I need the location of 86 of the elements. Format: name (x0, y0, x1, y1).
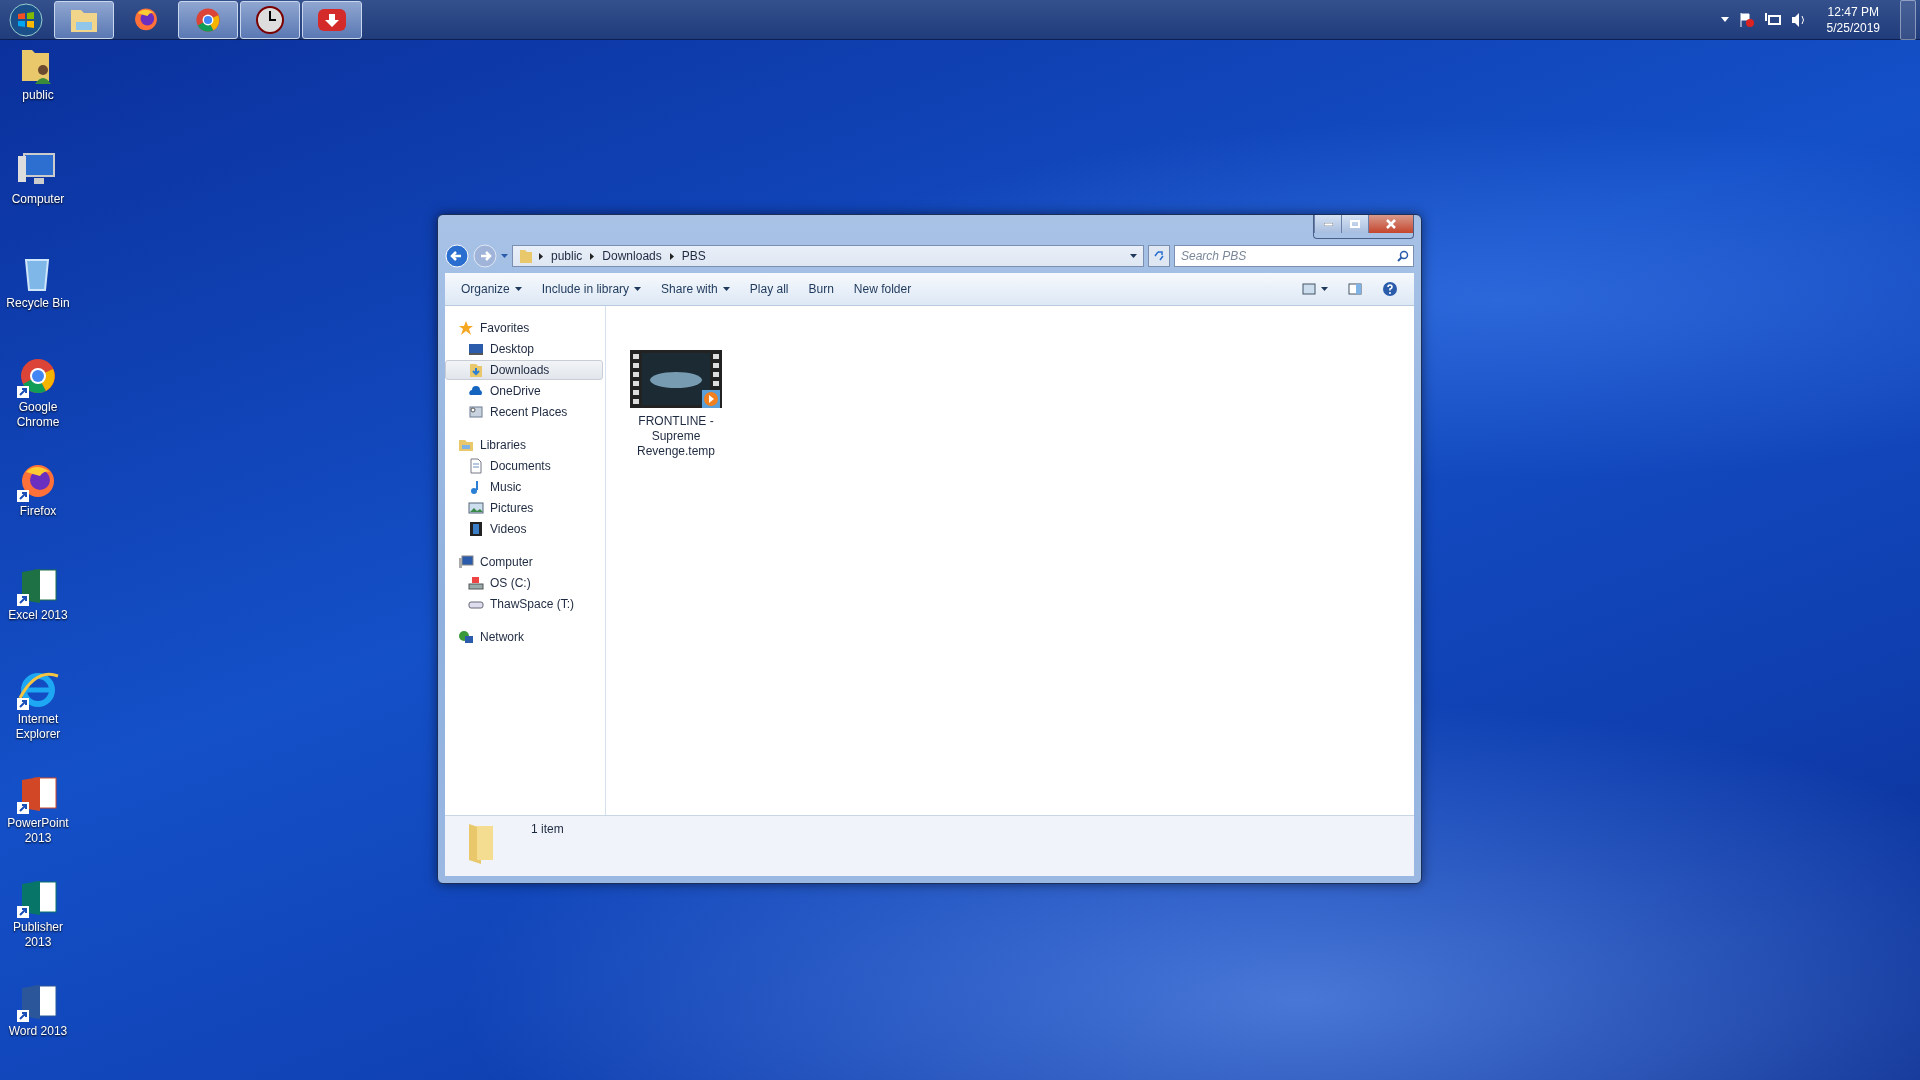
clock-time: 12:47 PM (1827, 3, 1879, 20)
toolbar-button[interactable]: Play all (741, 278, 797, 300)
minimize-button[interactable] (1314, 215, 1341, 233)
downloads-icon (468, 362, 484, 378)
show-desktop-button[interactable] (1900, 0, 1916, 40)
nav-group[interactable]: Favorites (445, 318, 603, 338)
recent-icon (468, 404, 484, 420)
search-icon (1397, 250, 1409, 262)
pictures-icon (468, 500, 484, 516)
nav-item[interactable]: Downloads (445, 360, 603, 380)
toolbar-button[interactable]: Include in library (533, 278, 650, 300)
nav-item[interactable]: Recent Places (445, 402, 603, 422)
back-button[interactable] (445, 244, 469, 268)
flag-icon[interactable] (1738, 11, 1755, 28)
taskbar-button[interactable] (240, 0, 300, 39)
maximize-icon (1350, 220, 1360, 228)
desktop-icon-label[interactable]: Word 2013 (1, 1024, 75, 1039)
desktop-icon-label[interactable]: PowerPoint 2013 (1, 816, 75, 846)
toolbar-button[interactable]: Organize (453, 278, 530, 300)
desktop-icon-label[interactable]: Computer (1, 192, 75, 207)
clock-date: 5/25/2019 (1826, 19, 1880, 36)
computer-icon (458, 554, 474, 570)
chevron-icon (669, 252, 674, 260)
toolbar-button[interactable]: Share with (653, 278, 738, 300)
desktop-icon-label[interactable]: Firefox (1, 504, 75, 519)
caret-icon[interactable] (1720, 17, 1729, 22)
taskbar-button[interactable] (302, 0, 362, 39)
nav-group[interactable]: Computer (445, 552, 603, 572)
breadcrumb[interactable]: PBS (679, 249, 708, 263)
close-button[interactable] (1368, 215, 1413, 233)
nav-item[interactable]: OneDrive (445, 381, 603, 401)
nav-item[interactable]: Pictures (445, 498, 603, 518)
nav-item[interactable]: OS (C:) (445, 573, 603, 593)
star-icon (458, 320, 474, 336)
caret-icon (634, 287, 642, 291)
start-button[interactable] (9, 2, 43, 37)
caret-icon (1321, 287, 1328, 291)
clock[interactable]: 12:47 PM 5/25/2019 (1816, 3, 1890, 36)
taskbar-button[interactable] (178, 0, 238, 39)
nav-item[interactable]: Music (445, 477, 603, 497)
search-field[interactable]: Search PBS (1174, 245, 1414, 267)
speaker-icon[interactable] (1790, 11, 1807, 28)
help-icon (1382, 281, 1398, 297)
chevron-icon (590, 252, 595, 260)
network-icon[interactable] (1764, 11, 1781, 28)
minimize-icon (1323, 222, 1333, 226)
toolbar-button[interactable]: Burn (800, 278, 842, 300)
address-bar[interactable]: public Downloads PBS (512, 245, 1144, 267)
nav-item[interactable]: ThawSpace (T:) (445, 594, 603, 614)
pane-icon (1348, 283, 1362, 295)
library-icon (458, 437, 474, 453)
caret-icon (514, 287, 522, 291)
refresh-button[interactable] (1148, 245, 1170, 267)
maximize-button[interactable] (1341, 215, 1368, 233)
caret-icon (1130, 254, 1137, 258)
caret-icon (722, 287, 730, 291)
breadcrumb[interactable]: public (549, 249, 585, 263)
folder-icon (519, 248, 533, 264)
download-icon (317, 7, 347, 32)
desktop-icon-label[interactable]: Recycle Bin (1, 296, 75, 311)
os-drive-icon (468, 575, 484, 591)
view-icon (1302, 283, 1316, 295)
nav-item[interactable]: Desktop (445, 339, 603, 359)
desktop-icon-label[interactable]: Publisher 2013 (1, 920, 75, 950)
videos-icon (468, 521, 484, 537)
network-icon (458, 629, 474, 645)
nav-item[interactable]: Documents (445, 456, 603, 476)
close-icon (1386, 219, 1396, 229)
nav-group[interactable]: Network (445, 627, 603, 647)
taskbar-button[interactable] (54, 0, 114, 39)
document-icon (468, 458, 484, 474)
refresh-icon (1153, 250, 1165, 262)
desktop-icon-label[interactable]: public (1, 88, 75, 103)
file-name: FRONTLINE - Supreme Revenge.temp (635, 414, 716, 459)
desktop-icon (468, 341, 484, 357)
clock-icon (255, 4, 285, 35)
nav-item[interactable]: Videos (445, 519, 603, 539)
chevron-icon (539, 252, 543, 260)
desktop-icon-label[interactable]: Google Chrome (1, 400, 75, 430)
toolbar-button[interactable]: New folder (845, 278, 920, 300)
desktop-icon-label[interactable]: Internet Explorer (1, 712, 75, 742)
file-item[interactable]: FRONTLINE - Supreme Revenge.temp (626, 348, 726, 461)
item-count: 1 item (531, 822, 564, 836)
nav-group[interactable]: Libraries (445, 435, 603, 455)
breadcrumb[interactable]: Downloads (600, 249, 664, 263)
desktop-icon-label[interactable]: Excel 2013 (1, 608, 75, 623)
